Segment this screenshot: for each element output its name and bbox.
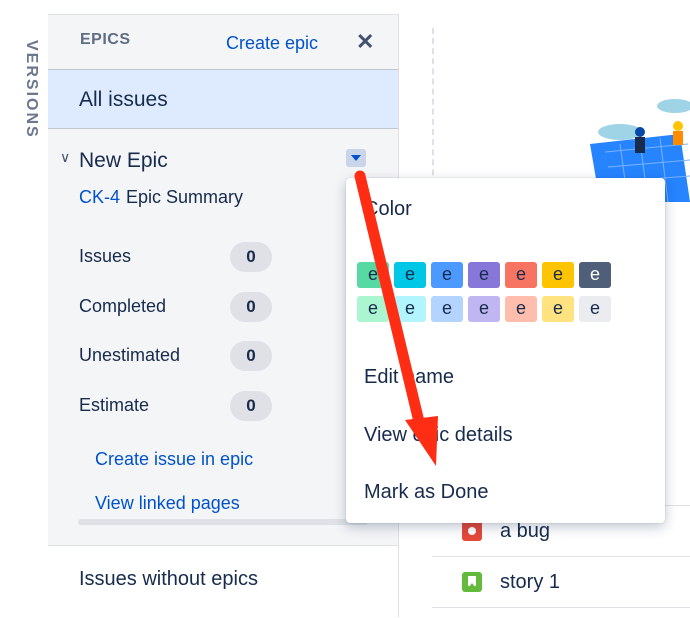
light-color-swatch-2[interactable]: e (394, 296, 426, 322)
close-icon[interactable]: ✕ (356, 29, 374, 55)
stat-badge-unestimated: 0 (230, 341, 272, 371)
epic-actions-dropdown-button[interactable] (346, 149, 366, 167)
epics-panel-header: EPICS Create epic ✕ (48, 15, 398, 69)
light-color-swatch-5[interactable]: e (505, 296, 537, 322)
light-color-swatch-3[interactable]: e (431, 296, 463, 322)
stat-label-completed: Completed (79, 296, 167, 316)
color-swatch-2[interactable]: e (394, 262, 426, 288)
epic-summary: Epic Summary (126, 187, 244, 207)
all-issues-item[interactable]: All issues (48, 69, 398, 129)
view-linked-pages-link[interactable]: View linked pages (95, 493, 240, 514)
light-color-swatch-6[interactable]: e (542, 296, 574, 322)
story-icon (462, 572, 482, 592)
color-swatch-6[interactable]: e (542, 262, 574, 288)
epic-actions-menu: Color eeeeeee eeeeeee Edit name View epi… (346, 178, 665, 523)
create-epic-link[interactable]: Create epic (226, 33, 318, 54)
epic-name[interactable]: New Epic (79, 149, 168, 173)
color-swatch-4[interactable]: e (468, 262, 500, 288)
color-swatch-row-1: eeeeeee (357, 262, 611, 288)
versions-tab[interactable]: VERSIONS (8, 40, 48, 150)
epics-heading: EPICS (80, 31, 131, 48)
light-color-swatch-1[interactable]: e (357, 296, 389, 322)
horizontal-scrollbar[interactable] (78, 519, 368, 525)
epic-key-link[interactable]: CK-4 (79, 187, 120, 208)
stat-label-estimate: Estimate (79, 395, 150, 415)
light-color-swatch-7[interactable]: e (579, 296, 611, 322)
stat-badge-issues: 0 (230, 242, 272, 272)
issue-title: a bug (500, 520, 551, 542)
bug-icon (462, 521, 482, 541)
issues-without-epics-item[interactable]: Issues without epics (48, 545, 398, 618)
create-issue-in-epic-link[interactable]: Create issue in epic (95, 449, 253, 470)
color-heading: Color (364, 198, 412, 220)
all-issues-label: All issues (79, 88, 168, 111)
light-color-swatch-4[interactable]: e (468, 296, 500, 322)
stat-badge-estimate: 0 (230, 391, 272, 421)
issue-title: story 1 (500, 571, 561, 593)
mark-as-done-menu-item[interactable]: Mark as Done (364, 481, 489, 504)
view-epic-details-menu-item[interactable]: View epic details (364, 424, 513, 447)
color-swatch-7[interactable]: e (579, 262, 611, 288)
color-swatch-1[interactable]: e (357, 262, 389, 288)
issue-row-story[interactable]: story 1 (432, 556, 690, 608)
issues-without-epics-label: Issues without epics (79, 568, 258, 590)
stat-label-unestimated: Unestimated (79, 345, 181, 365)
stat-label-issues: Issues (79, 246, 132, 266)
versions-label: VERSIONS (23, 40, 40, 139)
color-swatch-3[interactable]: e (431, 262, 463, 288)
edit-name-menu-item[interactable]: Edit name (364, 366, 454, 389)
color-swatch-5[interactable]: e (505, 262, 537, 288)
chevron-down-icon[interactable]: ∨ (60, 149, 70, 166)
color-swatch-row-2: eeeeeee (357, 296, 611, 322)
stat-badge-completed: 0 (230, 292, 272, 322)
